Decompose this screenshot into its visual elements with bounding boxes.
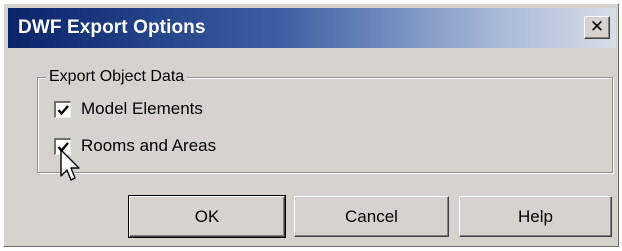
model-elements-label: Model Elements xyxy=(81,99,203,118)
rooms-and-areas-label: Rooms and Areas xyxy=(81,136,217,155)
mouse-pointer-icon xyxy=(60,149,80,181)
help-button[interactable]: Help xyxy=(459,196,612,237)
dwf-export-options-dialog: DWF Export Options ✕ Export Object Data … xyxy=(3,3,619,247)
model-elements-checkbox[interactable] xyxy=(54,100,71,118)
model-elements-option[interactable]: Model Elements xyxy=(54,98,203,120)
group-legend: Export Object Data xyxy=(46,68,188,86)
cancel-button[interactable]: Cancel xyxy=(294,196,449,237)
close-icon: ✕ xyxy=(589,17,605,37)
title-bar[interactable]: DWF Export Options ✕ xyxy=(8,8,616,48)
check-icon xyxy=(57,104,69,115)
export-object-data-group xyxy=(37,77,613,173)
ok-button[interactable]: OK xyxy=(128,195,286,238)
window-title: DWF Export Options xyxy=(18,17,206,38)
close-button[interactable]: ✕ xyxy=(584,16,610,39)
